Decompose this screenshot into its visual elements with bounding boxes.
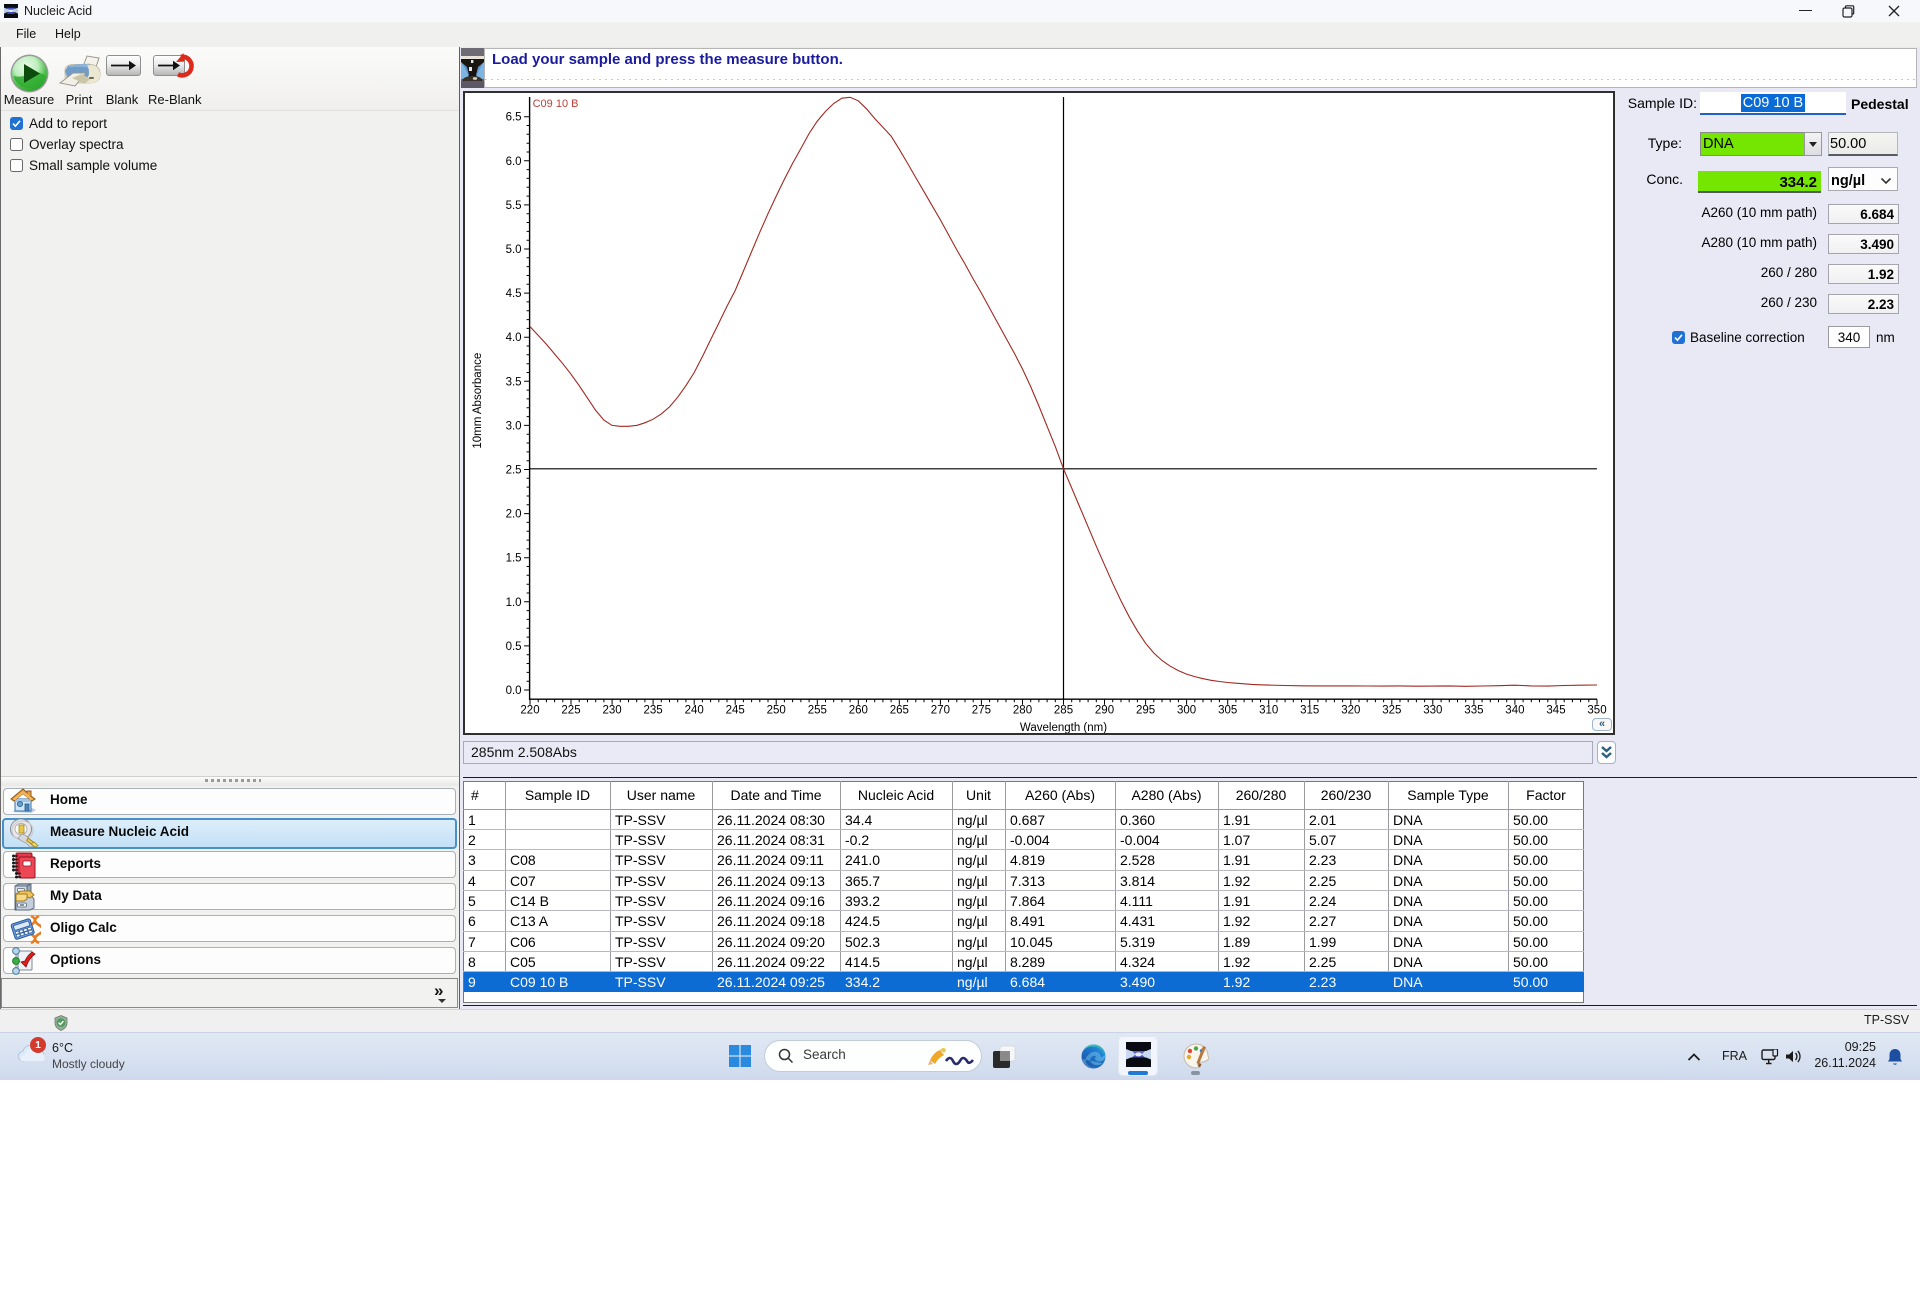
svg-text:250: 250: [767, 705, 786, 717]
svg-text:220: 220: [520, 705, 539, 717]
svg-text:345: 345: [1546, 705, 1565, 717]
svg-text:5.5: 5.5: [506, 200, 522, 212]
svg-text:1.5: 1.5: [506, 553, 522, 565]
svg-text:320: 320: [1341, 705, 1360, 717]
svg-text:330: 330: [1423, 705, 1442, 717]
svg-text:0.0: 0.0: [506, 685, 522, 697]
svg-text:255: 255: [808, 705, 827, 717]
svg-text:335: 335: [1464, 705, 1483, 717]
svg-text:240: 240: [685, 705, 704, 717]
svg-text:Wavelength (nm): Wavelength (nm): [1020, 722, 1107, 733]
svg-text:2.5: 2.5: [506, 465, 522, 477]
svg-text:295: 295: [1136, 705, 1155, 717]
svg-text:235: 235: [644, 705, 663, 717]
svg-text:0.5: 0.5: [506, 641, 522, 653]
svg-text:325: 325: [1382, 705, 1401, 717]
svg-text:340: 340: [1505, 705, 1524, 717]
svg-text:3.5: 3.5: [506, 376, 522, 388]
svg-text:2.0: 2.0: [506, 509, 522, 521]
svg-text:10mm Absorbance: 10mm Absorbance: [472, 353, 484, 449]
svg-text:270: 270: [931, 705, 950, 717]
svg-text:315: 315: [1300, 705, 1319, 717]
svg-text:6.0: 6.0: [506, 156, 522, 168]
svg-text:5.0: 5.0: [506, 244, 522, 256]
svg-text:290: 290: [1095, 705, 1114, 717]
svg-text:4.0: 4.0: [506, 332, 522, 344]
svg-text:225: 225: [561, 705, 580, 717]
svg-text:275: 275: [972, 705, 991, 717]
svg-text:280: 280: [1013, 705, 1032, 717]
svg-text:230: 230: [603, 705, 622, 717]
svg-text:245: 245: [726, 705, 745, 717]
svg-text:305: 305: [1218, 705, 1237, 717]
svg-text:350: 350: [1587, 705, 1606, 717]
svg-text:300: 300: [1177, 705, 1196, 717]
svg-text:6.5: 6.5: [506, 112, 522, 124]
svg-text:4.5: 4.5: [506, 288, 522, 300]
svg-text:310: 310: [1259, 705, 1278, 717]
svg-text:1.0: 1.0: [506, 597, 522, 609]
svg-text:260: 260: [849, 705, 868, 717]
svg-text:285: 285: [1054, 705, 1073, 717]
svg-text:3.0: 3.0: [506, 420, 522, 432]
svg-text:C09 10 B: C09 10 B: [533, 98, 579, 110]
svg-text:265: 265: [890, 705, 909, 717]
